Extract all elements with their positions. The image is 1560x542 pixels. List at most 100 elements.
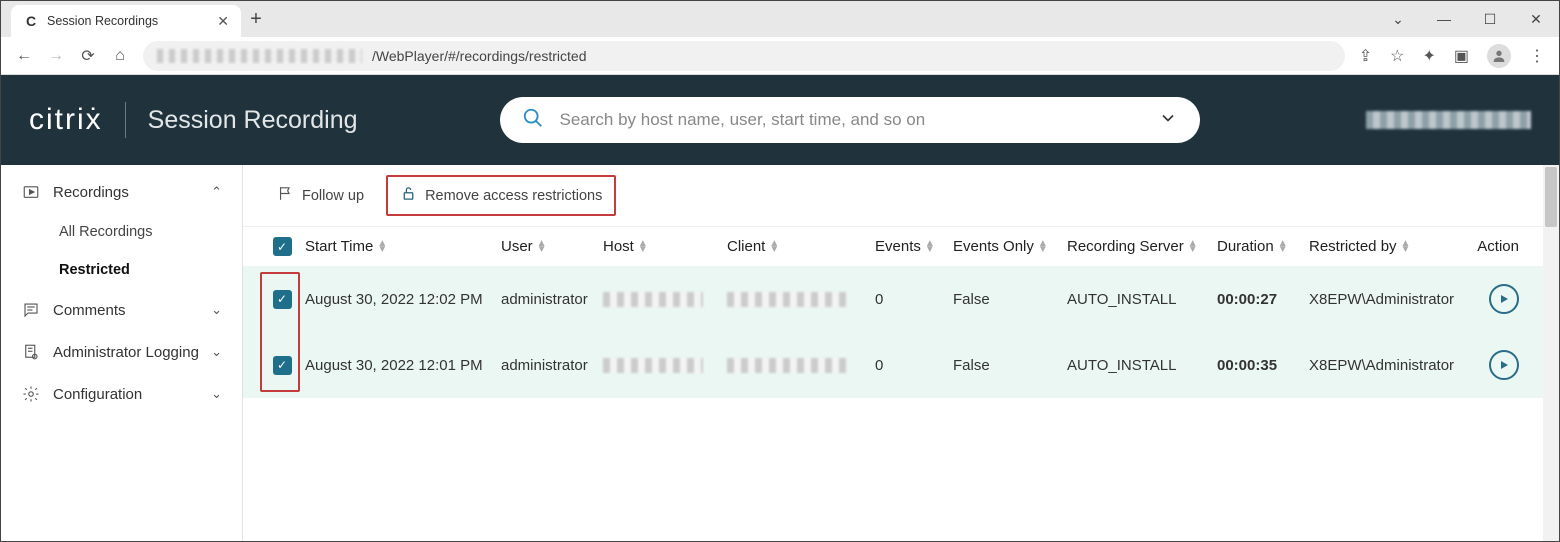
play-box-icon [21, 183, 41, 201]
sort-icon: ▲▼ [1188, 241, 1198, 253]
sort-icon: ▲▼ [377, 241, 387, 253]
extensions-icon[interactable]: ✦ [1422, 46, 1435, 66]
col-client[interactable]: Client▲▼ [727, 238, 875, 255]
cell-events: 0 [875, 291, 953, 308]
profile-icon[interactable] [1487, 44, 1511, 68]
cell-duration: 00:00:35 [1217, 357, 1309, 374]
col-user[interactable]: User▲▼ [501, 238, 603, 255]
vertical-scrollbar[interactable] [1543, 165, 1559, 541]
chevron-down-icon: ⌄ [211, 344, 222, 360]
cell-server: AUTO_INSTALL [1067, 291, 1217, 308]
new-tab-button[interactable]: + [241, 8, 271, 31]
row-checkbox[interactable] [273, 356, 292, 375]
sidebar-item-label: Recordings [53, 184, 199, 201]
divider [125, 102, 126, 138]
search-icon [522, 107, 544, 134]
chevron-down-icon[interactable]: ⌄ [1375, 11, 1421, 28]
home-icon[interactable]: ⌂ [111, 47, 129, 65]
cell-client [727, 358, 875, 373]
browser-tab-strip: C Session Recordings ✕ + ⌄ — ☐ ✕ [1, 1, 1559, 37]
close-icon[interactable]: ✕ [217, 13, 229, 30]
sidebar-sub-all-recordings[interactable]: All Recordings [1, 213, 242, 251]
user-info-redacted [1366, 111, 1531, 129]
address-bar: ← → ⟳ ⌂ /WebPlayer/#/recordings/restrict… [1, 37, 1559, 75]
sort-icon: ▲▼ [638, 241, 648, 253]
app-title: Session Recording [148, 106, 358, 135]
sort-icon: ▲▼ [769, 241, 779, 253]
sidebar-item-label: Administrator Logging [53, 344, 199, 361]
maximize-icon[interactable]: ☐ [1467, 11, 1513, 28]
sort-icon: ▲▼ [537, 241, 547, 253]
search-box[interactable] [500, 97, 1200, 143]
search-input[interactable] [560, 110, 1158, 130]
remove-restrictions-label: Remove access restrictions [425, 188, 602, 204]
browser-tab[interactable]: C Session Recordings ✕ [11, 5, 241, 37]
forward-icon[interactable]: → [47, 47, 65, 65]
col-events[interactable]: Events▲▼ [875, 238, 953, 255]
cell-user: administrator [501, 291, 603, 308]
table-row[interactable]: August 30, 2022 12:02 PM administrator 0… [243, 266, 1545, 332]
sidebar-item-recordings[interactable]: Recordings ⌃ [1, 171, 242, 213]
sidebar-item-comments[interactable]: Comments ⌄ [1, 289, 242, 331]
sort-icon: ▲▼ [1278, 241, 1288, 253]
cell-restricted-by: X8EPW\Administrator [1309, 291, 1469, 308]
sort-icon: ▲▼ [1401, 241, 1411, 253]
cell-events-only: False [953, 357, 1067, 374]
sidebar-item-label: Configuration [53, 386, 199, 403]
sidebar-item-admin-logging[interactable]: Administrator Logging ⌄ [1, 331, 242, 373]
cell-events: 0 [875, 357, 953, 374]
sidebar-item-label: Comments [53, 302, 199, 319]
row-checkbox[interactable] [273, 290, 292, 309]
cell-start: August 30, 2022 12:02 PM [305, 291, 501, 308]
play-button[interactable] [1489, 284, 1519, 314]
col-recording-server[interactable]: Recording Server▲▼ [1067, 238, 1217, 255]
col-duration[interactable]: Duration▲▼ [1217, 238, 1309, 255]
col-restricted-by[interactable]: Restricted by▲▼ [1309, 238, 1469, 255]
comment-icon [21, 301, 41, 319]
col-start-time[interactable]: Start Time▲▼ [305, 238, 501, 255]
table-row[interactable]: August 30, 2022 12:01 PM administrator 0… [243, 332, 1545, 398]
followup-button[interactable]: Follow up [263, 175, 378, 216]
minimize-icon[interactable]: — [1421, 11, 1467, 27]
sidebar-item-configuration[interactable]: Configuration ⌄ [1, 373, 242, 415]
col-host[interactable]: Host▲▼ [603, 238, 727, 255]
cell-events-only: False [953, 291, 1067, 308]
panel-icon[interactable]: ▣ [1454, 46, 1469, 66]
cell-start: August 30, 2022 12:01 PM [305, 357, 501, 374]
url-path: /WebPlayer/#/recordings/restricted [372, 48, 587, 64]
tab-title: Session Recordings [47, 14, 209, 28]
scrollbar-thumb[interactable] [1545, 167, 1557, 227]
app-header: citriẋ Session Recording [1, 75, 1559, 165]
menu-icon[interactable]: ⋮ [1529, 46, 1545, 66]
log-icon [21, 343, 41, 361]
cell-host [603, 292, 727, 307]
url-input[interactable]: /WebPlayer/#/recordings/restricted [143, 41, 1345, 71]
chevron-down-icon: ⌄ [211, 386, 222, 402]
share-icon[interactable]: ⇪ [1359, 46, 1372, 66]
remove-restrictions-button[interactable]: Remove access restrictions [386, 175, 616, 216]
flag-icon [277, 185, 294, 206]
toolbar: Follow up Remove access restrictions [243, 165, 1545, 226]
chevron-up-icon: ⌃ [211, 184, 222, 200]
table-header: Start Time▲▼ User▲▼ Host▲▼ Client▲▼ Even… [243, 226, 1545, 266]
url-host-redacted [157, 49, 362, 63]
unlock-icon [400, 185, 417, 206]
cell-user: administrator [501, 357, 603, 374]
bookmark-icon[interactable]: ☆ [1390, 46, 1404, 66]
sidebar-sub-restricted[interactable]: Restricted [1, 251, 242, 289]
chevron-down-icon[interactable] [1158, 108, 1178, 133]
cell-host [603, 358, 727, 373]
cell-restricted-by: X8EPW\Administrator [1309, 357, 1469, 374]
followup-label: Follow up [302, 188, 364, 204]
reload-icon[interactable]: ⟳ [79, 46, 97, 66]
close-window-icon[interactable]: ✕ [1513, 11, 1559, 28]
select-all-checkbox[interactable] [273, 237, 292, 256]
main-content: Follow up Remove access restrictions Sta… [243, 165, 1559, 541]
col-events-only[interactable]: Events Only▲▼ [953, 238, 1067, 255]
table-body: August 30, 2022 12:02 PM administrator 0… [243, 266, 1545, 398]
col-action: Action [1469, 238, 1529, 255]
play-button[interactable] [1489, 350, 1519, 380]
citrix-logo: citriẋ [29, 103, 103, 137]
back-icon[interactable]: ← [15, 47, 33, 65]
cell-client [727, 292, 875, 307]
